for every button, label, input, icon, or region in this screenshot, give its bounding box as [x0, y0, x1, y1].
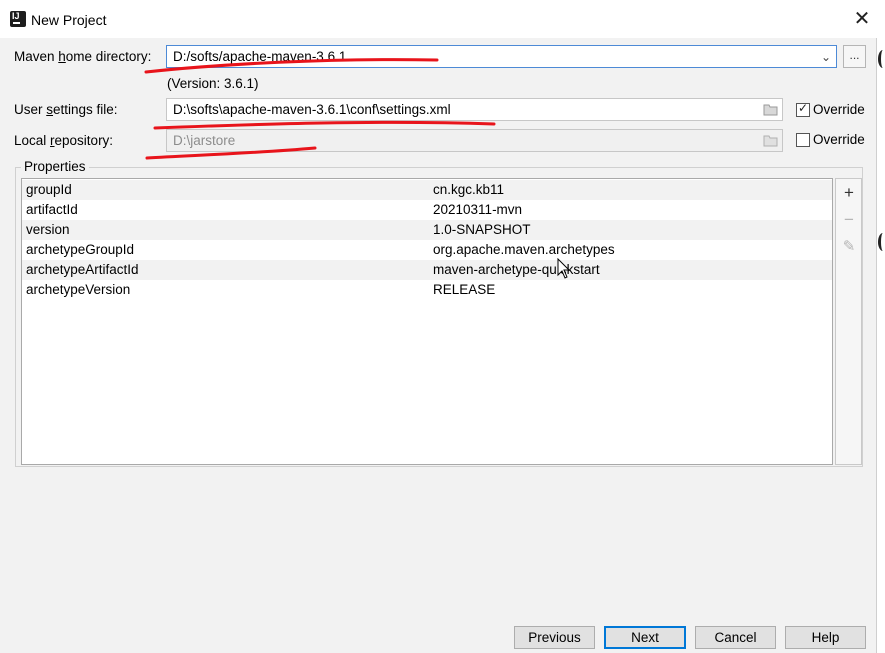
- maven-home-value: D:/softs/apache-maven-3.6.1: [173, 49, 347, 64]
- table-row[interactable]: version 1.0-SNAPSHOT: [22, 220, 832, 240]
- property-key: archetypeVersion: [26, 282, 131, 297]
- folder-icon[interactable]: [763, 134, 778, 147]
- close-button[interactable]: ✕: [848, 6, 876, 32]
- settings-override-label: Override: [813, 102, 865, 117]
- help-button[interactable]: Help: [785, 626, 866, 649]
- property-key: version: [26, 222, 70, 237]
- user-settings-field[interactable]: D:\softs\apache-maven-3.6.1\conf\setting…: [166, 98, 783, 121]
- add-icon[interactable]: +: [839, 183, 859, 203]
- property-value[interactable]: maven-archetype-quickstart: [433, 262, 600, 277]
- property-key: groupId: [26, 182, 72, 197]
- property-value[interactable]: 1.0-SNAPSHOT: [433, 222, 531, 237]
- edit-icon[interactable]: ✎: [839, 237, 859, 257]
- property-value[interactable]: RELEASE: [433, 282, 495, 297]
- intellij-icon: IJ: [10, 11, 26, 27]
- property-value[interactable]: cn.kgc.kb11: [433, 182, 504, 197]
- next-button[interactable]: Next: [604, 626, 686, 649]
- window-title: New Project: [31, 12, 107, 28]
- property-key: archetypeArtifactId: [26, 262, 139, 277]
- maven-home-label: Maven home directory:: [14, 49, 152, 64]
- folder-icon[interactable]: [763, 103, 778, 116]
- local-repository-field[interactable]: D:\jarstore: [166, 129, 783, 152]
- properties-table: groupId cn.kgc.kb11 artifactId 20210311-mvn…: [21, 178, 833, 465]
- maven-home-combobox[interactable]: D:/softs/apache-maven-3.6.1 ⌄: [166, 45, 837, 68]
- cancel-button[interactable]: Cancel: [695, 626, 776, 649]
- maven-version-text: (Version: 3.6.1): [167, 76, 259, 91]
- property-value[interactable]: 20210311-mvn: [433, 202, 522, 217]
- user-settings-label: User settings file:: [14, 102, 118, 117]
- table-row[interactable]: artifactId 20210311-mvn: [22, 200, 832, 220]
- property-value[interactable]: org.apache.maven.archetypes: [433, 242, 615, 257]
- repository-override-label: Override: [813, 132, 865, 147]
- local-repository-label: Local repository:: [14, 133, 114, 148]
- title-bar: IJ New Project ✕: [0, 0, 885, 38]
- local-repository-value: D:\jarstore: [173, 133, 236, 148]
- background-edge-mark: [878, 233, 885, 251]
- browse-button[interactable]: ...: [843, 45, 866, 68]
- table-row[interactable]: groupId cn.kgc.kb11: [22, 180, 832, 200]
- remove-icon[interactable]: −: [839, 210, 859, 230]
- property-key: archetypeGroupId: [26, 242, 135, 257]
- properties-toolbar: + − ✎: [835, 178, 862, 465]
- table-row[interactable]: archetypeGroupId org.apache.maven.archety…: [22, 240, 832, 260]
- user-settings-value: D:\softs\apache-maven-3.6.1\conf\setting…: [173, 102, 451, 117]
- table-row[interactable]: archetypeArtifactId maven-archetype-quick…: [22, 260, 832, 280]
- previous-button[interactable]: Previous: [514, 626, 595, 649]
- chevron-down-icon[interactable]: ⌄: [821, 50, 831, 64]
- background-edge-mark: [878, 50, 885, 68]
- repository-override-checkbox[interactable]: [796, 133, 810, 147]
- properties-title: Properties: [21, 159, 89, 174]
- settings-override-checkbox[interactable]: [796, 101, 810, 117]
- mouse-cursor-icon: [557, 258, 571, 279]
- property-key: artifactId: [26, 202, 78, 217]
- background-window-edge: [877, 38, 885, 653]
- table-row[interactable]: archetypeVersion RELEASE: [22, 280, 832, 300]
